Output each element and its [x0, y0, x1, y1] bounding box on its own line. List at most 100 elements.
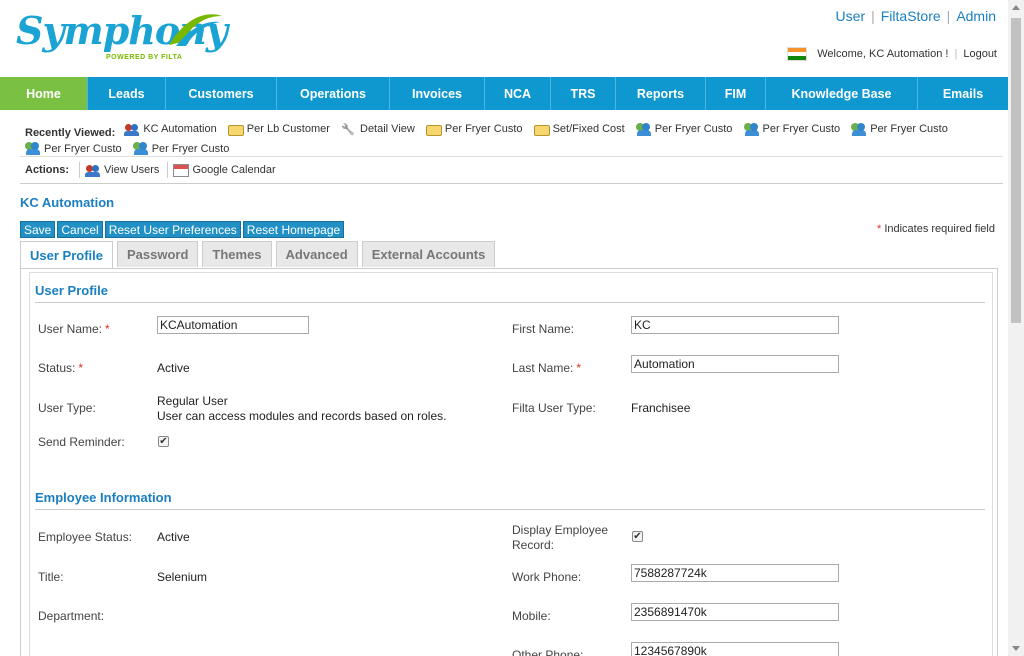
tab-panel: User Profile User Name: * KCAutomation Fi… [20, 268, 998, 656]
nav-nca[interactable]: NCA [485, 77, 551, 110]
nav-trs[interactable]: TRS [551, 77, 616, 110]
status-label: Status: * [38, 361, 84, 375]
filta-user-type-value: Franchisee [631, 401, 691, 415]
nav-knowledge-base[interactable]: Knowledge Base [766, 77, 918, 110]
group-icon [25, 142, 41, 155]
recently-viewed: Recently Viewed: KC Automation Per Lb Cu… [25, 121, 1000, 160]
other-phone-input[interactable]: 1234567890k [631, 642, 839, 656]
recent-item[interactable]: KC Automation [124, 121, 217, 137]
mobile-input[interactable]: 2356891470k [631, 603, 839, 621]
cancel-button[interactable]: Cancel [57, 221, 103, 238]
user-type-value: Regular User [157, 394, 228, 408]
employee-status-value: Active [157, 530, 190, 544]
user-link[interactable]: User [836, 8, 866, 24]
recent-item[interactable]: Per Fryer Custo [635, 121, 732, 137]
tab-password[interactable]: Password [116, 241, 199, 267]
button-bar: Save Cancel Reset User Preferences Reset… [20, 221, 346, 238]
reset-homepage-button[interactable]: Reset Homepage [242, 221, 345, 238]
section-divider [35, 509, 985, 510]
divider [20, 183, 1003, 184]
admin-link[interactable]: Admin [956, 8, 996, 24]
employee-status-label: Employee Status: [38, 530, 133, 544]
actions-label: Actions: [25, 164, 69, 176]
form-container: User Profile User Name: * KCAutomation Fi… [29, 272, 993, 656]
nav-reports[interactable]: Reports [616, 77, 706, 110]
recent-item[interactable]: Per Fryer Custo [132, 141, 229, 157]
google-calendar-link[interactable]: Google Calendar [173, 163, 276, 177]
actions-bar: Actions: View Users Google Calendar [25, 162, 284, 178]
tab-themes[interactable]: Themes [202, 241, 272, 267]
group-icon [635, 122, 652, 136]
department-label: Department: [38, 609, 105, 623]
group-icon [743, 122, 760, 136]
recent-item[interactable]: Set/Fixed Cost [533, 121, 625, 137]
scrollbar-thumb[interactable] [1011, 18, 1021, 323]
reset-user-preferences-button[interactable]: Reset User Preferences [104, 221, 241, 238]
nav-customers[interactable]: Customers [166, 77, 277, 110]
india-flag-icon [787, 47, 808, 61]
welcome-text: Welcome, KC Automation ! [817, 48, 949, 60]
save-button[interactable]: Save [20, 221, 56, 238]
tab-advanced[interactable]: Advanced [275, 241, 358, 267]
recent-item[interactable]: Per Fryer Custo [743, 121, 840, 137]
nav-home[interactable]: Home [0, 77, 88, 110]
calendar-icon [173, 163, 190, 177]
logout-link[interactable]: Logout [963, 48, 997, 60]
recently-viewed-label: Recently Viewed: [25, 126, 116, 139]
display-employee-record-label-2: Record: [512, 538, 555, 552]
wrench-icon [341, 123, 357, 136]
nav-leads[interactable]: Leads [88, 77, 166, 110]
recent-item[interactable]: Per Fryer Custo [851, 121, 948, 137]
tab-external-accounts[interactable]: External Accounts [361, 241, 496, 267]
title-value: Selenium [157, 570, 208, 584]
section-title-user-profile: User Profile [35, 283, 108, 298]
users-icon [85, 164, 101, 177]
recent-item[interactable]: Per Fryer Custo [425, 121, 523, 137]
welcome-bar: Welcome, KC Automation ! | Logout [787, 47, 997, 61]
title-label: Title: [38, 570, 64, 584]
work-phone-input[interactable]: 7588287724k [631, 564, 839, 582]
user-name-input[interactable]: KCAutomation [157, 316, 309, 334]
tab-bar: User Profile Password Themes Advanced Ex… [20, 241, 499, 269]
users-icon [124, 123, 140, 136]
divider [20, 156, 1003, 157]
recent-item[interactable]: Per Lb Customer [227, 121, 330, 137]
filtastore-link[interactable]: FiltaStore [881, 8, 941, 24]
last-name-input[interactable]: Automation [631, 355, 839, 373]
page-title: KC Automation [20, 195, 115, 210]
logo-swoosh-icon [169, 14, 222, 46]
recent-item[interactable]: Detail View [341, 121, 415, 137]
symphony-logo[interactable]: Symphony POWERED BY FILTA [14, 8, 228, 68]
work-phone-label: Work Phone: [512, 570, 582, 584]
first-name-input[interactable]: KC [631, 316, 839, 334]
nav-invoices[interactable]: Invoices [390, 77, 485, 110]
tab-user-profile[interactable]: User Profile [20, 241, 113, 269]
other-phone-label: Other Phone: [512, 648, 584, 656]
required-note: * Indicates required field [876, 223, 995, 235]
send-reminder-label: Send Reminder: [38, 435, 125, 449]
nav-fim[interactable]: FIM [706, 77, 766, 110]
logo-tagline: POWERED BY FILTA [106, 54, 183, 61]
section-divider [35, 302, 985, 303]
user-type-description: User can access modules and records base… [157, 409, 447, 423]
filta-user-type-label: Filta User Type: [512, 401, 596, 415]
folder-icon [533, 124, 550, 136]
send-reminder-checkbox[interactable]: ✔ [158, 436, 169, 447]
scroll-up-arrow-icon[interactable] [1012, 5, 1020, 10]
group-icon [851, 122, 867, 136]
nav-operations[interactable]: Operations [277, 77, 390, 110]
scroll-down-arrow-icon[interactable] [1012, 646, 1020, 651]
display-employee-record-checkbox[interactable]: ✔ [632, 531, 643, 542]
vertical-scrollbar[interactable] [1008, 0, 1024, 656]
folder-icon [227, 124, 244, 136]
view-users-link[interactable]: View Users [85, 164, 159, 177]
first-name-label: First Name: [512, 322, 575, 336]
nav-emails[interactable]: Emails [918, 77, 1008, 110]
folder-icon [425, 124, 442, 136]
page: Symphony POWERED BY FILTA User | FiltaStor… [0, 0, 1008, 656]
section-title-employee-information: Employee Information [35, 490, 172, 505]
group-icon [132, 142, 149, 155]
mobile-label: Mobile: [512, 609, 551, 623]
recent-item[interactable]: Per Fryer Custo [25, 141, 122, 157]
status-value: Active [157, 361, 190, 375]
